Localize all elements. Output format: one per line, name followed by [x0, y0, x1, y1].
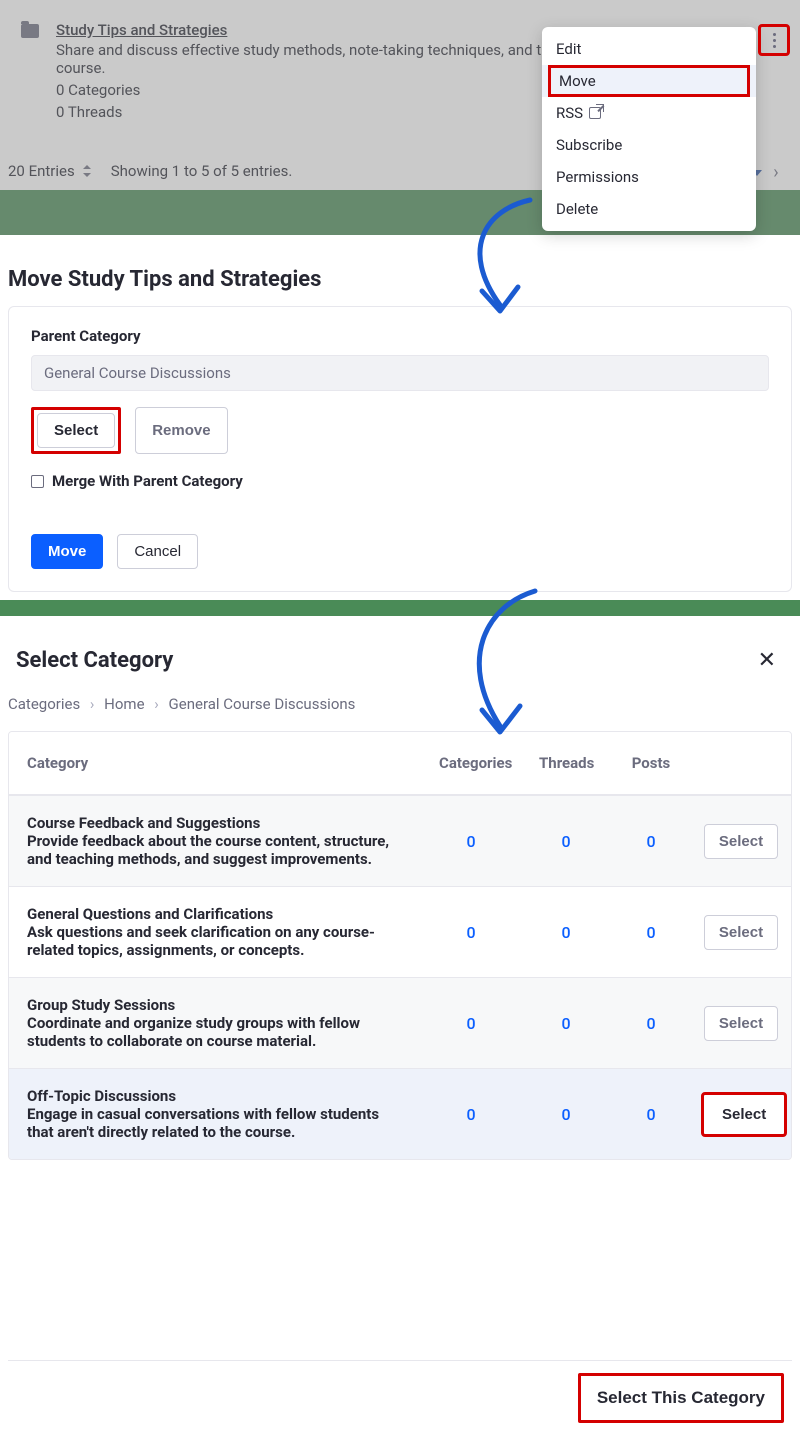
breadcrumb: Categories › Home › General Course Discu…	[8, 687, 792, 731]
category-description: Share and discuss effective study method…	[56, 41, 576, 77]
crumb-current: General Course Discussions	[169, 695, 356, 713]
category-table: Category Categories Threads Posts Course…	[8, 731, 792, 1160]
select-button-highlight: Select	[31, 407, 121, 454]
row-select-button[interactable]: Select	[704, 824, 778, 859]
kebab-icon	[773, 33, 776, 48]
cell-posts-count[interactable]: 0	[611, 996, 691, 1051]
table-row: Group Study SessionsCoordinate and organ…	[9, 977, 791, 1068]
menu-rss[interactable]: RSS	[542, 97, 756, 129]
menu-permissions[interactable]: Permissions	[542, 161, 756, 193]
showing-text: Showing 1 to 5 of 5 entries.	[111, 162, 293, 180]
sort-icon	[81, 165, 91, 177]
cell-categories-count[interactable]: 0	[421, 1087, 521, 1142]
cell-category: Group Study SessionsCoordinate and organ…	[9, 978, 421, 1068]
cell-posts-count[interactable]: 0	[611, 905, 691, 960]
cell-threads-count[interactable]: 0	[521, 905, 611, 960]
crumb-home[interactable]: Home	[104, 695, 144, 713]
cell-category: Course Feedback and SuggestionsProvide f…	[9, 796, 421, 886]
cell-category: General Questions and ClarificationsAsk …	[9, 887, 421, 977]
cell-categories-count[interactable]: 0	[421, 905, 521, 960]
entries-count-label: 20 Entries	[8, 162, 75, 180]
menu-subscribe[interactable]: Subscribe	[542, 129, 756, 161]
menu-rss-label: RSS	[556, 104, 583, 122]
table-header: Category Categories Threads Posts	[9, 732, 791, 795]
category-list-panel: Study Tips and Strategies Share and disc…	[0, 0, 800, 235]
kebab-menu-button[interactable]	[758, 24, 790, 56]
cell-action: Select	[691, 1078, 791, 1151]
chevron-right-icon: ›	[90, 695, 95, 713]
entries-count[interactable]: 20 Entries	[8, 162, 91, 180]
move-dialog-panel: Move Study Tips and Strategies Parent Ca…	[0, 235, 800, 600]
cell-category: Off-Topic DiscussionsEngage in casual co…	[9, 1069, 421, 1159]
parent-category-field: General Course Discussions	[31, 355, 769, 391]
cell-posts-count[interactable]: 0	[611, 1087, 691, 1142]
col-categories: Categories	[421, 732, 521, 794]
parent-category-label: Parent Category	[31, 327, 769, 345]
merge-checkbox[interactable]	[31, 475, 44, 488]
table-row: General Questions and ClarificationsAsk …	[9, 886, 791, 977]
merge-checkbox-label: Merge With Parent Category	[52, 472, 243, 490]
col-category: Category	[9, 732, 421, 794]
row-select-button[interactable]: Select	[701, 1092, 787, 1137]
category-title-link[interactable]: Study Tips and Strategies	[56, 21, 227, 39]
cell-threads-count[interactable]: 0	[521, 996, 611, 1051]
category-count-categories: 0 Categories	[56, 81, 576, 99]
green-strip	[0, 600, 800, 616]
move-button[interactable]: Move	[31, 534, 103, 569]
pager-next-button[interactable]: ›	[762, 158, 790, 186]
chevron-right-icon: ›	[154, 695, 159, 713]
cancel-button[interactable]: Cancel	[117, 534, 198, 569]
menu-delete[interactable]: Delete	[542, 193, 756, 225]
move-dialog-title: Move Study Tips and Strategies	[8, 243, 792, 306]
col-posts: Posts	[611, 732, 691, 794]
folder-icon	[18, 20, 42, 38]
actions-dropdown: Edit Move RSS Subscribe Permissions Dele…	[542, 27, 756, 231]
cell-action: Select	[691, 901, 791, 964]
crumb-categories[interactable]: Categories	[8, 695, 80, 713]
cell-categories-count[interactable]: 0	[421, 996, 521, 1051]
col-threads: Threads	[521, 732, 611, 794]
select-this-category-button[interactable]: Select This Category	[578, 1373, 784, 1423]
remove-button[interactable]: Remove	[135, 407, 227, 454]
external-link-icon	[589, 107, 601, 119]
cell-action: Select	[691, 810, 791, 873]
cell-threads-count[interactable]: 0	[521, 1087, 611, 1142]
row-select-button[interactable]: Select	[704, 915, 778, 950]
select-button[interactable]: Select	[37, 413, 115, 448]
menu-move-wrap[interactable]: Move	[542, 65, 756, 97]
select-category-title: Select Category	[16, 648, 173, 673]
menu-move: Move	[548, 65, 750, 97]
cell-categories-count[interactable]: 0	[421, 814, 521, 869]
row-select-button[interactable]: Select	[704, 1006, 778, 1041]
menu-edit[interactable]: Edit	[542, 33, 756, 65]
close-icon[interactable]: ✕	[750, 644, 784, 677]
table-row: Off-Topic DiscussionsEngage in casual co…	[9, 1068, 791, 1159]
cell-posts-count[interactable]: 0	[611, 814, 691, 869]
cell-action: Select	[691, 992, 791, 1055]
table-row: Course Feedback and SuggestionsProvide f…	[9, 795, 791, 886]
category-count-threads: 0 Threads	[56, 103, 576, 121]
select-category-modal: Select Category ✕ Categories › Home › Ge…	[0, 616, 800, 1439]
cell-threads-count[interactable]: 0	[521, 814, 611, 869]
